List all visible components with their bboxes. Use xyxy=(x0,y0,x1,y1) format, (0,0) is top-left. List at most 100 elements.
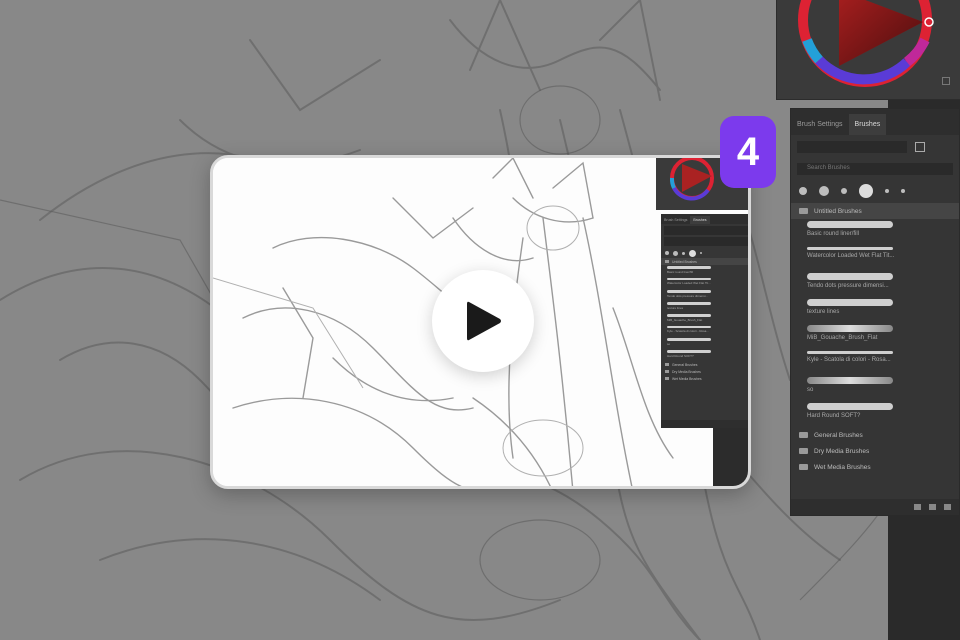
brush-group-label: Dry Media Brushes xyxy=(672,369,701,374)
tab-brushes[interactable]: Brushes xyxy=(690,216,710,224)
background-brushes-panel: Brush Settings Brushes Search Brushes Un… xyxy=(790,108,960,516)
brush-name: Basic round liner/fill xyxy=(667,270,694,274)
brush-item[interactable]: so xyxy=(791,375,959,401)
folder-icon xyxy=(665,363,669,366)
brush-stroke-preview xyxy=(667,290,711,293)
brush-size-presets xyxy=(661,248,748,258)
brush-item[interactable]: Basic round liner/fill xyxy=(791,219,959,245)
brush-panel-tabs: Brush Settings Brushes xyxy=(661,214,748,224)
folder-icon xyxy=(799,208,808,214)
size-preset[interactable] xyxy=(700,252,702,254)
brush-item[interactable]: MiB_Gouache_Brush_Flat xyxy=(661,313,748,325)
brush-name: Hard Round SOFT? xyxy=(667,354,694,358)
brush-name: Basic round liner/fill xyxy=(807,231,860,237)
play-icon xyxy=(467,301,501,341)
new-group-icon[interactable] xyxy=(914,504,921,510)
size-preset[interactable] xyxy=(665,251,669,255)
brush-item[interactable]: Watercolor Loaded Wet Flat Tit... xyxy=(791,245,959,271)
brush-name: Kyle - Scatola di colori - Rosa... xyxy=(807,357,891,363)
new-brush-icon[interactable] xyxy=(915,142,925,152)
brush-group-dry-media[interactable]: Dry Media Brushes xyxy=(661,368,748,375)
brush-item[interactable]: Hard Round SOFT? xyxy=(791,401,959,427)
brush-stroke-preview xyxy=(667,266,711,269)
tab-brush-settings[interactable]: Brush Settings xyxy=(661,216,690,224)
preview-dark-strip xyxy=(713,428,748,486)
brush-group-label: General Brushes xyxy=(672,362,698,367)
size-preset[interactable] xyxy=(689,249,696,257)
brush-panel-toolbar xyxy=(791,499,959,515)
new-brush-icon[interactable] xyxy=(929,504,936,510)
brush-size-slider[interactable] xyxy=(664,226,748,235)
brush-item[interactable]: texture lines xyxy=(661,301,748,313)
background-color-panel xyxy=(776,0,960,100)
brush-name: MiB_Gouache_Brush_Flat xyxy=(667,318,703,322)
brush-item[interactable]: Tendo dots pressure dimensi... xyxy=(791,271,959,297)
brush-search-input[interactable] xyxy=(664,237,748,246)
brush-stroke-preview xyxy=(667,350,711,353)
brush-group-general[interactable]: General Brushes xyxy=(661,361,748,368)
tab-brush-settings[interactable]: Brush Settings xyxy=(791,114,849,135)
brush-group-open[interactable]: Untitled Brushes xyxy=(661,258,748,265)
brush-group-general[interactable]: General Brushes xyxy=(791,427,959,443)
panel-resize-icon[interactable] xyxy=(942,77,950,85)
brush-item[interactable]: Tendo dots pressure dimensi... xyxy=(661,289,748,301)
brush-group-open[interactable]: Untitled Brushes xyxy=(791,203,959,219)
size-preset[interactable] xyxy=(859,184,873,198)
brush-item[interactable]: so xyxy=(661,337,748,349)
brush-name: texture lines xyxy=(807,309,840,315)
brush-stroke-preview xyxy=(807,377,893,384)
size-preset[interactable] xyxy=(673,250,678,256)
brush-group-wet-media[interactable]: Wet Media Brushes xyxy=(791,459,959,475)
brush-group-label: Untitled Brushes xyxy=(672,259,697,264)
brush-group-dry-media[interactable]: Dry Media Brushes xyxy=(791,443,959,459)
brush-group-wet-media[interactable]: Wet Media Brushes xyxy=(661,375,748,382)
brush-stroke-preview xyxy=(807,247,893,250)
size-preset[interactable] xyxy=(819,186,829,196)
preview-brushes-panel: Brush Settings Brushes Untitled Brushes … xyxy=(661,214,748,428)
brush-stroke-preview xyxy=(807,325,893,332)
brush-item[interactable]: Kyle - Scatola di colori - Rosa... xyxy=(791,349,959,375)
brush-stroke-preview xyxy=(667,278,711,280)
brush-search-input[interactable]: Search Brushes xyxy=(797,163,953,175)
brush-stroke-preview xyxy=(807,299,893,306)
folder-icon xyxy=(799,448,808,454)
brush-size-slider[interactable] xyxy=(797,141,907,153)
color-wheel-icon xyxy=(798,0,934,87)
folder-icon xyxy=(665,260,669,263)
brush-group-label: General Brushes xyxy=(814,431,863,439)
brush-item[interactable]: Basic round liner/fill xyxy=(661,265,748,277)
brush-stroke-preview xyxy=(807,351,893,354)
size-preset[interactable] xyxy=(841,188,847,194)
brush-stroke-preview xyxy=(807,221,893,228)
brush-stroke-preview xyxy=(667,314,711,317)
play-button[interactable] xyxy=(432,270,534,372)
folder-icon xyxy=(799,464,808,470)
brush-size-presets xyxy=(791,179,959,203)
brush-item[interactable]: MiB_Gouache_Brush_Flat xyxy=(791,323,959,349)
brush-stroke-preview xyxy=(807,273,893,280)
brush-item[interactable]: Kyle - Scatola di colori - Rosa... xyxy=(661,325,748,337)
brush-stroke-preview xyxy=(667,326,711,328)
brush-stroke-preview xyxy=(667,302,711,305)
brush-panel-tabs: Brush Settings Brushes xyxy=(791,109,959,135)
brush-name: Tendo dots pressure dimensi... xyxy=(807,283,889,289)
trash-icon[interactable] xyxy=(944,504,951,510)
brush-item[interactable]: Watercolor Loaded Wet Flat Tit... xyxy=(661,277,748,289)
brush-panel-toolbar xyxy=(661,420,748,428)
size-preset[interactable] xyxy=(885,189,889,193)
size-preset[interactable] xyxy=(682,251,685,255)
brush-stroke-preview xyxy=(807,403,893,410)
brush-name: Hard Round SOFT? xyxy=(807,413,861,419)
size-preset[interactable] xyxy=(799,187,807,195)
folder-icon xyxy=(665,377,669,380)
brush-name: MiB_Gouache_Brush_Flat xyxy=(807,335,878,341)
brush-group-label: Wet Media Brushes xyxy=(672,376,702,381)
brush-item[interactable]: Hard Round SOFT? xyxy=(661,349,748,361)
tab-brushes[interactable]: Brushes xyxy=(848,114,887,135)
brush-name: so xyxy=(807,387,814,393)
brush-group-label: Wet Media Brushes xyxy=(814,463,871,471)
size-preset[interactable] xyxy=(901,189,905,193)
brush-name: so xyxy=(667,342,671,346)
brush-item[interactable]: texture lines xyxy=(791,297,959,323)
folder-icon xyxy=(665,370,669,373)
